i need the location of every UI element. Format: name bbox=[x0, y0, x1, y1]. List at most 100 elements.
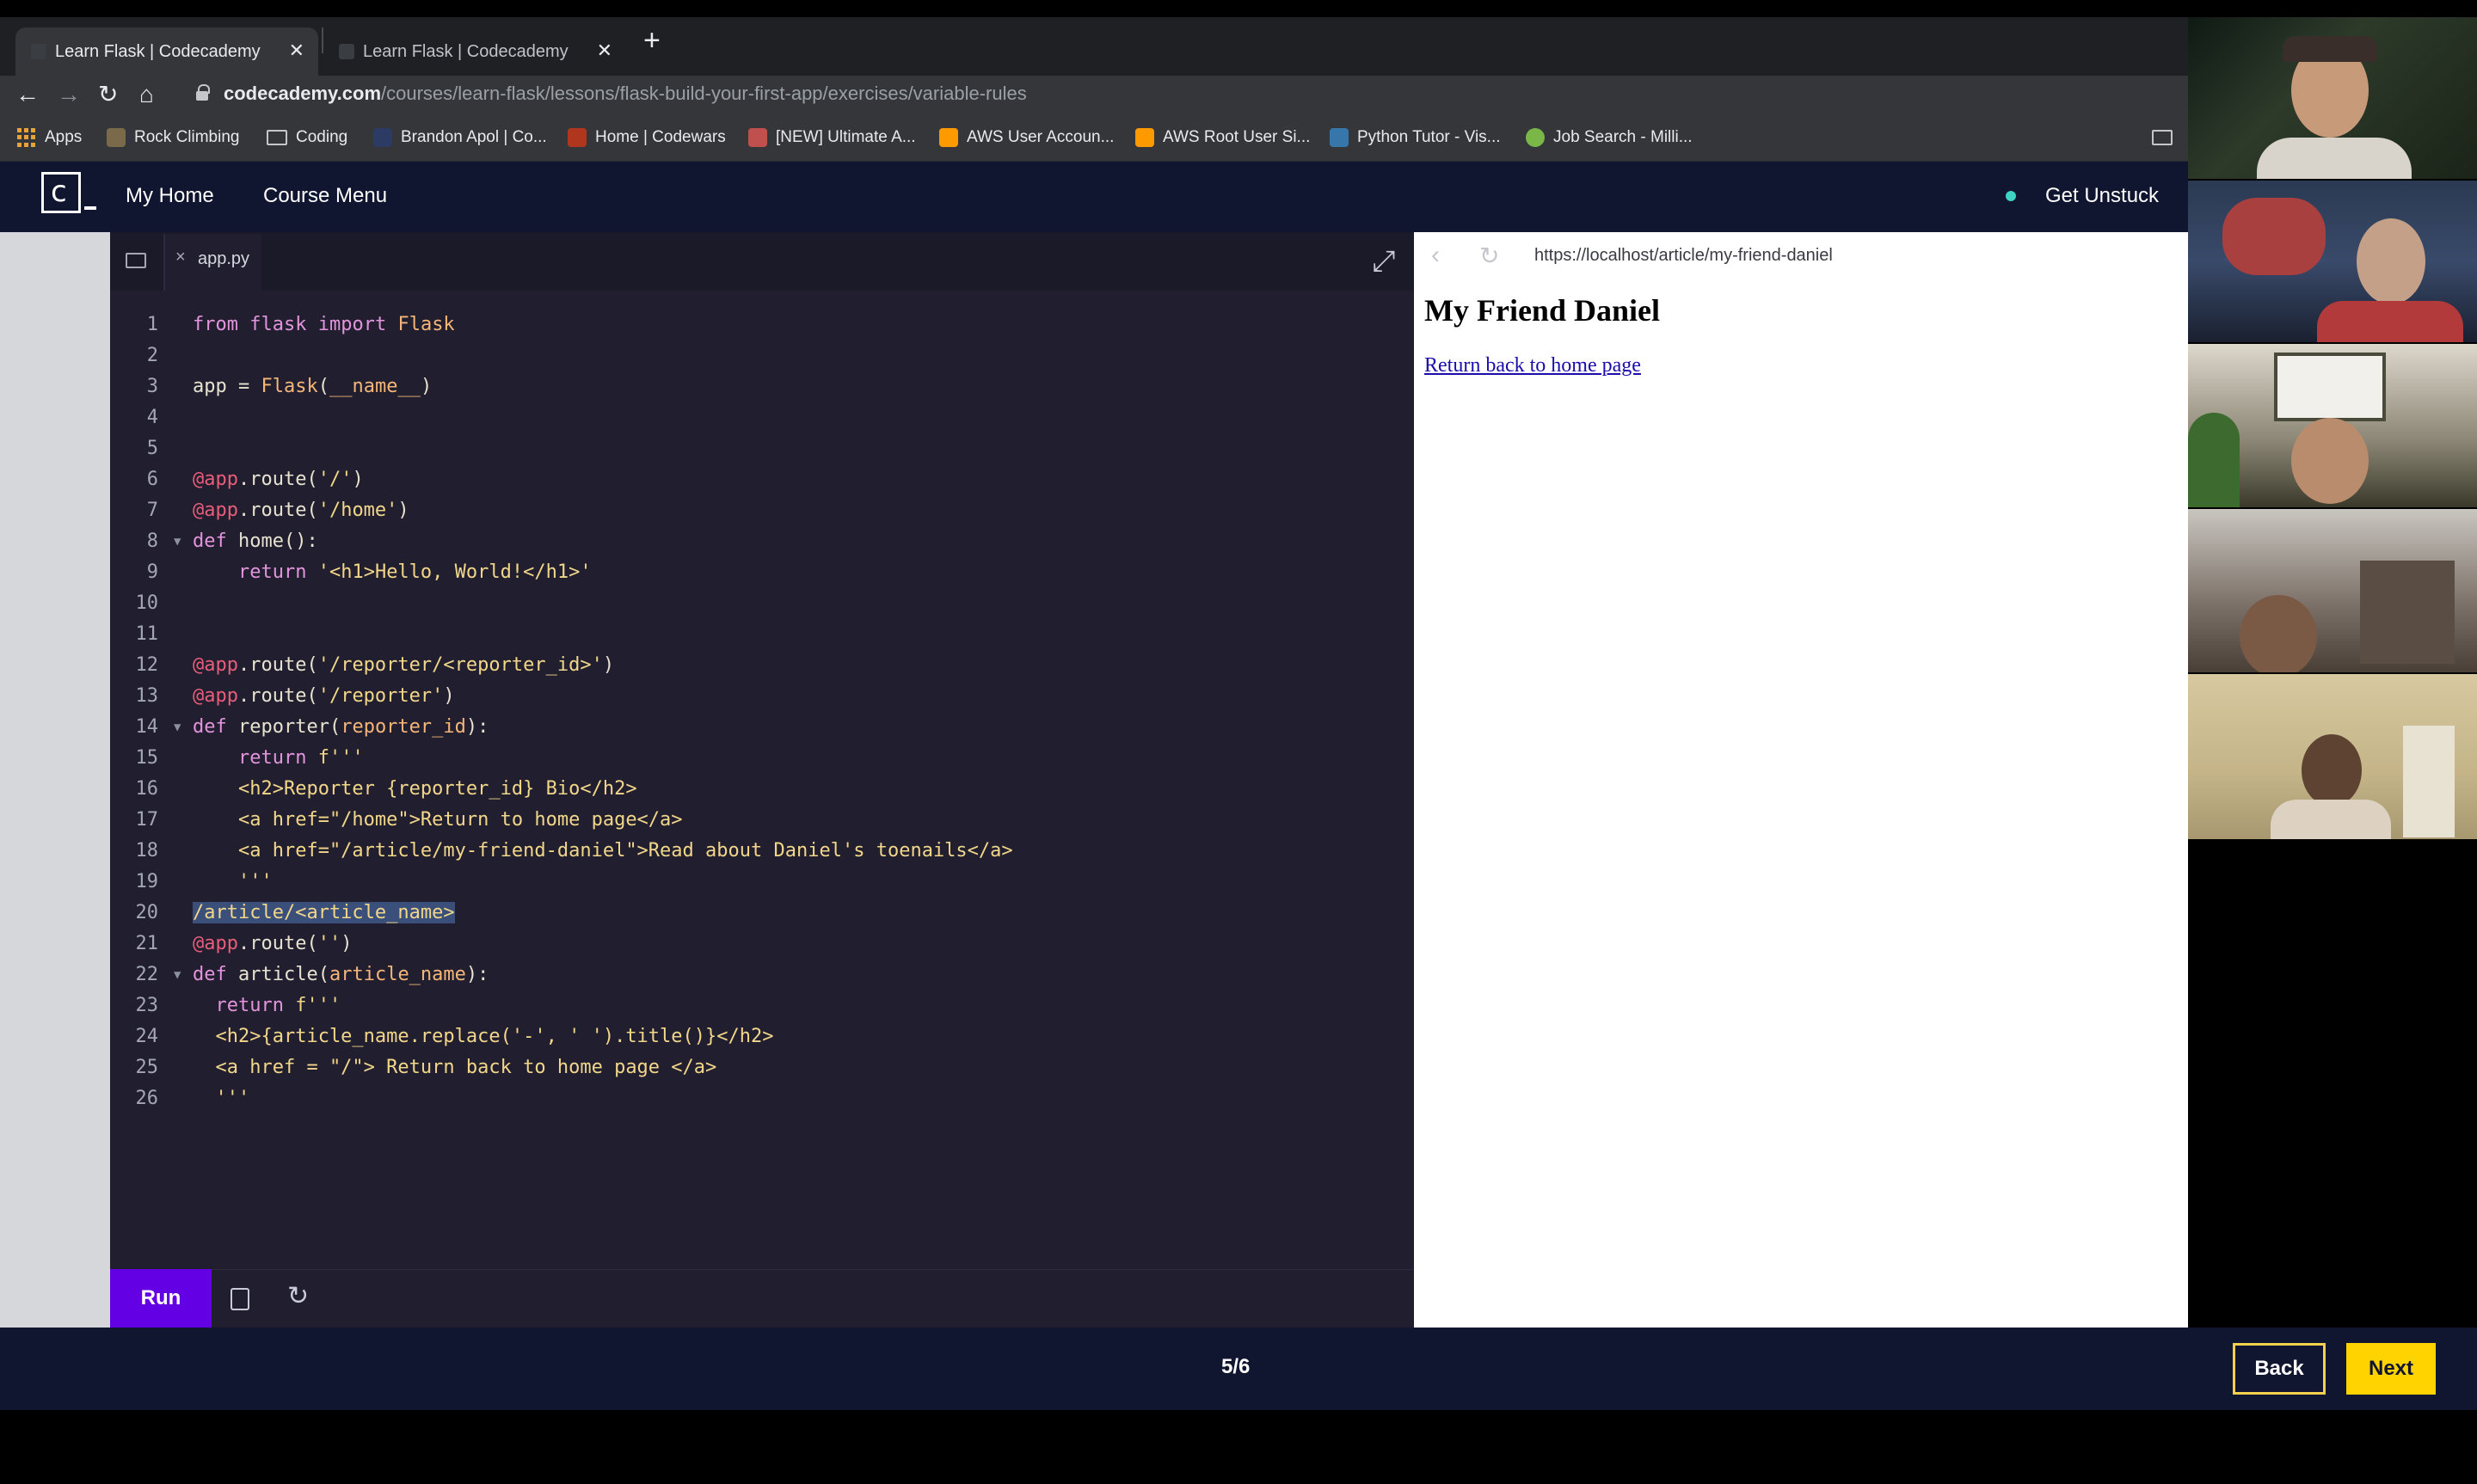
bookmark-coding[interactable]: Coding bbox=[267, 126, 347, 150]
code-line[interactable]: 6 @app.route('/') bbox=[110, 464, 1414, 495]
fold-arrow-icon[interactable]: ▼ bbox=[174, 960, 181, 990]
lock-icon[interactable] bbox=[196, 84, 210, 101]
browser-tab-1[interactable]: Learn Flask | Codecademy ✕ bbox=[15, 28, 318, 76]
line-number: 2 bbox=[146, 345, 158, 366]
code-line[interactable]: 8 ▼ def home(): bbox=[110, 526, 1414, 557]
line-number: 22 bbox=[135, 964, 159, 985]
line-number: 21 bbox=[135, 933, 159, 954]
url-host: codecademy.com bbox=[224, 83, 382, 104]
file-tab-app-py[interactable]: × app.py bbox=[163, 234, 261, 291]
code-line[interactable]: 19 ''' bbox=[110, 867, 1414, 898]
bookmark-brandon-apol[interactable]: Brandon Apol | Co... bbox=[373, 126, 547, 150]
bookmark-python-tutor[interactable]: Python Tutor - Vis... bbox=[1330, 126, 1501, 150]
video-tile-4[interactable] bbox=[2188, 509, 2477, 672]
copy-code-icon[interactable] bbox=[230, 1288, 249, 1310]
reload-icon[interactable]: ↻ bbox=[98, 79, 118, 110]
code-text: <a href="/article/my-friend-daniel">Read… bbox=[193, 840, 1013, 862]
bookmark-codewars[interactable]: Home | Codewars bbox=[568, 126, 726, 150]
back-button[interactable]: Back bbox=[2233, 1343, 2326, 1395]
line-number: 5 bbox=[146, 438, 158, 459]
code-line[interactable]: 16 <h2>Reporter {reporter_id} Bio</h2> bbox=[110, 774, 1414, 805]
browser-preview bbox=[1414, 232, 2188, 1328]
code-line[interactable]: 24 <h2>{article_name.replace('-', ' ').t… bbox=[110, 1021, 1414, 1052]
code-line[interactable]: 12 @app.route('/reporter/<reporter_id>') bbox=[110, 650, 1414, 681]
other-bookmarks[interactable] bbox=[2152, 126, 2181, 150]
site-favicon-icon bbox=[1526, 128, 1545, 147]
code-line[interactable]: 17 <a href="/home">Return to home page</… bbox=[110, 805, 1414, 836]
expand-icon[interactable]: ⤢ bbox=[1354, 232, 1414, 291]
participant-shirt bbox=[2257, 138, 2412, 179]
rock-climbing-favicon-icon bbox=[107, 128, 126, 147]
next-button[interactable]: Next bbox=[2346, 1343, 2436, 1395]
code-line[interactable]: 1 from flask import Flask bbox=[110, 310, 1414, 340]
url-path: /courses/learn-flask/lessons/flask-build… bbox=[381, 83, 1027, 104]
url-field[interactable]: codecademy.com/courses/learn-flask/lesso… bbox=[224, 83, 1027, 105]
bookmark-label: Python Tutor - Vis... bbox=[1357, 128, 1501, 146]
code-line[interactable]: 22 ▼ def article(article_name): bbox=[110, 960, 1414, 990]
code-line[interactable]: 10 bbox=[110, 588, 1414, 619]
video-tile-2[interactable] bbox=[2188, 181, 2477, 342]
editor-tab-bar bbox=[110, 232, 1414, 291]
nav-my-home[interactable]: My Home bbox=[126, 184, 214, 208]
bookmark-label: Job Search - Milli... bbox=[1553, 128, 1693, 146]
tab-close-icon[interactable]: ✕ bbox=[289, 41, 304, 60]
line-number: 10 bbox=[135, 592, 159, 614]
code-line[interactable]: 5 bbox=[110, 433, 1414, 464]
reset-code-icon[interactable]: ↻ bbox=[287, 1281, 309, 1312]
nav-course-menu[interactable]: Course Menu bbox=[263, 184, 387, 208]
back-arrow-icon[interactable]: ← bbox=[15, 79, 40, 110]
preview-home-link[interactable]: Return back to home page bbox=[1424, 354, 1641, 377]
fold-arrow-icon[interactable]: ▼ bbox=[174, 712, 181, 743]
code-line[interactable]: 2 bbox=[110, 340, 1414, 371]
code-line[interactable]: 3 app = Flask(__name__) bbox=[110, 371, 1414, 402]
close-file-icon[interactable]: × bbox=[175, 248, 186, 267]
code-line[interactable]: 18 <a href="/article/my-friend-daniel">R… bbox=[110, 836, 1414, 867]
code-line[interactable]: 25 <a href = "/"> Return back to home pa… bbox=[110, 1052, 1414, 1083]
tab-close-icon[interactable]: ✕ bbox=[597, 41, 612, 60]
participant-avatar bbox=[2357, 218, 2425, 304]
preview-back-icon[interactable]: ‹ bbox=[1431, 241, 1440, 270]
code-line[interactable]: 20/article/<article_name> bbox=[110, 898, 1414, 929]
code-line[interactable]: 11 bbox=[110, 619, 1414, 650]
code-text: <a href="/home">Return to home page</a> bbox=[193, 809, 683, 831]
new-tab-button[interactable]: + bbox=[643, 26, 661, 55]
video-tile-1[interactable] bbox=[2188, 17, 2477, 179]
bookmark-job-search[interactable]: Job Search - Milli... bbox=[1526, 126, 1693, 150]
browser-tab-2[interactable]: Learn Flask | Codecademy ✕ bbox=[323, 28, 626, 76]
bookmark-ultimate[interactable]: [NEW] Ultimate A... bbox=[748, 126, 916, 150]
forward-arrow-icon[interactable]: → bbox=[57, 79, 81, 110]
line-number: 24 bbox=[135, 1026, 159, 1047]
code-line[interactable]: 21 @app.route('') bbox=[110, 929, 1414, 960]
bookmark-aws-user[interactable]: AWS User Accoun... bbox=[939, 126, 1114, 150]
participant-avatar bbox=[2291, 418, 2369, 504]
code-text: return f''' bbox=[215, 995, 341, 1016]
code-line[interactable]: 14 ▼ def reporter(reporter_id): bbox=[110, 712, 1414, 743]
bookmark-label: Brandon Apol | Co... bbox=[401, 128, 547, 146]
bookmark-aws-root[interactable]: AWS Root User Si... bbox=[1135, 126, 1310, 150]
code-line[interactable]: 4 bbox=[110, 402, 1414, 433]
bookmark-apps[interactable]: Apps bbox=[17, 126, 82, 150]
video-tile-3[interactable] bbox=[2188, 344, 2477, 507]
file-browser-icon[interactable] bbox=[126, 253, 146, 268]
code-text: def home(): bbox=[193, 530, 318, 552]
codecademy-logo[interactable]: c bbox=[41, 172, 81, 213]
code-line[interactable]: 7 @app.route('/home') bbox=[110, 495, 1414, 526]
line-number: 8 bbox=[146, 530, 158, 552]
line-number: 3 bbox=[146, 376, 158, 397]
code-line[interactable]: 26 ''' bbox=[110, 1083, 1414, 1114]
line-number: 13 bbox=[135, 685, 159, 707]
get-unstuck-button[interactable]: Get Unstuck bbox=[2045, 184, 2159, 208]
run-button[interactable]: Run bbox=[110, 1269, 212, 1328]
code-line[interactable]: 9 return '<h1>Hello, World!</h1>' bbox=[110, 557, 1414, 588]
code-line[interactable]: 13 @app.route('/reporter') bbox=[110, 681, 1414, 712]
code-line[interactable]: 15 return f''' bbox=[110, 743, 1414, 774]
bookmark-rock-climbing[interactable]: Rock Climbing bbox=[107, 126, 239, 150]
video-tile-5[interactable] bbox=[2188, 674, 2477, 839]
bookmark-label: Home | Codewars bbox=[595, 128, 726, 146]
background-figure bbox=[2222, 198, 2326, 275]
home-icon[interactable]: ⌂ bbox=[139, 79, 154, 110]
fold-arrow-icon[interactable]: ▼ bbox=[174, 526, 181, 557]
code-line[interactable]: 23 return f''' bbox=[110, 990, 1414, 1021]
bookmarks-bar: Apps Rock Climbing Coding Brandon Apol |… bbox=[0, 113, 2188, 162]
preview-reload-icon[interactable]: ↻ bbox=[1479, 242, 1499, 270]
